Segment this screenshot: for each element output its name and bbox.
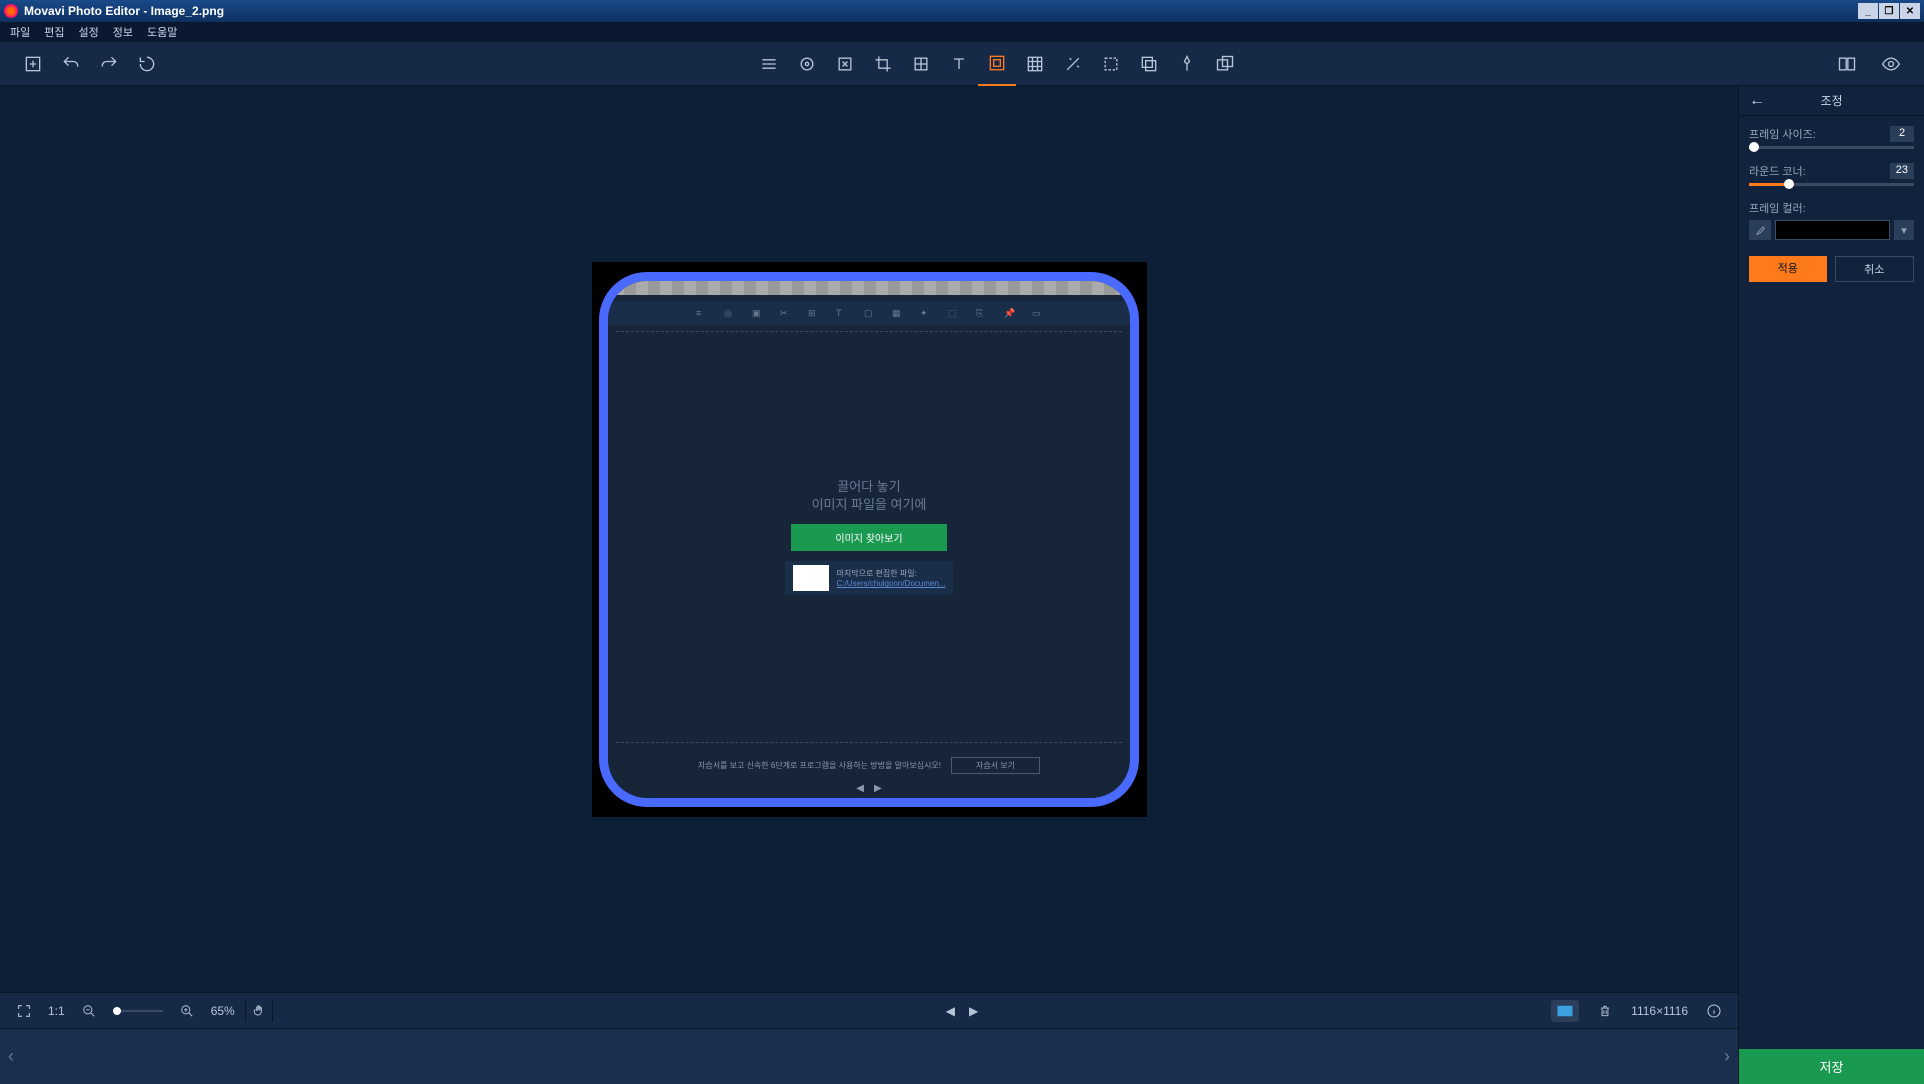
layers-tool[interactable] — [1206, 42, 1244, 86]
preview-button[interactable] — [1872, 42, 1910, 86]
cancel-button[interactable]: 취소 — [1835, 256, 1915, 282]
zoom-percent: 65% — [211, 1004, 235, 1018]
rotate-tool[interactable] — [902, 42, 940, 86]
zoom-in-button[interactable] — [173, 1000, 201, 1022]
frame-size-slider[interactable] — [1749, 146, 1914, 149]
round-corner-slider[interactable] — [1749, 183, 1914, 186]
redo-button[interactable] — [90, 42, 128, 86]
inner-drop-text: 끌어다 놓기 이미지 파일을 여기에 — [812, 478, 927, 514]
selection-tool[interactable] — [1092, 42, 1130, 86]
bottombar: 1:1 65% ◀ ▶ 1116×1116 — [0, 992, 1738, 1028]
frame-color-swatch[interactable] — [1775, 220, 1890, 240]
inner-nav-arrows: ◀▶ — [608, 783, 1130, 798]
color-dropdown-button[interactable]: ▾ — [1894, 220, 1914, 240]
compare-button[interactable] — [1828, 42, 1866, 86]
zoom-slider[interactable] — [113, 1010, 163, 1012]
delete-button[interactable] — [1591, 1000, 1619, 1022]
maximize-button[interactable]: ❐ — [1879, 3, 1899, 19]
strip-next-button[interactable]: › — [1724, 1046, 1730, 1067]
frame-color-label: 프레임 컬러: — [1749, 200, 1914, 216]
panel-back-button[interactable]: ← — [1749, 92, 1765, 110]
scale-1to1[interactable]: 1:1 — [48, 1004, 65, 1018]
panel-title: 조정 — [1820, 92, 1842, 109]
inner-recent-file: 마지막으로 편집한 파일: C:/Users/chulgoon/Documen.… — [785, 561, 954, 595]
noise-tool[interactable] — [1016, 42, 1054, 86]
undo-button[interactable] — [52, 42, 90, 86]
add-image-button[interactable] — [14, 42, 52, 86]
reset-button[interactable] — [128, 42, 166, 86]
hand-tool-button[interactable] — [245, 1000, 273, 1022]
menu-edit[interactable]: 편집 — [44, 24, 64, 40]
fullscreen-button[interactable] — [10, 1000, 38, 1022]
zoom-out-button[interactable] — [75, 1000, 103, 1022]
round-corner-label: 라운드 코너: — [1749, 163, 1806, 179]
frame-size-value[interactable]: 2 — [1890, 126, 1914, 142]
strip-prev-button[interactable]: ‹ — [8, 1046, 14, 1067]
inner-thumb-icon — [793, 565, 829, 591]
thumbnail-strip: ‹ › — [0, 1028, 1738, 1084]
menu-settings[interactable]: 설정 — [79, 24, 99, 40]
menu-help[interactable]: 도움말 — [147, 24, 177, 40]
inner-footer: 자습서를 보고 신속한 6단계로 프로그램을 사용하는 방법을 알아보십시오! … — [608, 749, 1130, 783]
frame-tool[interactable] — [978, 42, 1016, 86]
image-dimensions: 1116×1116 — [1631, 1004, 1688, 1018]
titlebar: Movavi Photo Editor - Image_2.png _ ❐ ✕ — [0, 0, 1924, 22]
app-logo-icon — [4, 4, 18, 18]
copy-tool[interactable] — [1130, 42, 1168, 86]
menu-info[interactable]: 정보 — [113, 24, 133, 40]
retouch-tool[interactable] — [788, 42, 826, 86]
fit-screen-button[interactable] — [1551, 1000, 1579, 1022]
info-button[interactable] — [1700, 1000, 1728, 1022]
window-title: Movavi Photo Editor - Image_2.png — [24, 4, 224, 18]
adjust-tool[interactable] — [750, 42, 788, 86]
crop-tool[interactable] — [864, 42, 902, 86]
canvas-viewport[interactable]: ≡◎▣✂⊞T▢▦✦⬚⎘📌▭ 끌어다 놓기 이미지 파일을 여기에 이미지 찾아보… — [0, 86, 1738, 992]
apply-button[interactable]: 적용 — [1749, 256, 1827, 282]
inner-checker-strip — [612, 281, 1126, 295]
resize-tool[interactable] — [826, 42, 864, 86]
save-button[interactable]: 저장 — [1739, 1049, 1924, 1084]
next-image-button[interactable]: ▶ — [969, 1004, 978, 1018]
frame-preview: ≡◎▣✂⊞T▢▦✦⬚⎘📌▭ 끌어다 놓기 이미지 파일을 여기에 이미지 찾아보… — [599, 272, 1139, 807]
inner-browse-button: 이미지 찾아보기 — [791, 524, 946, 551]
right-panel: ← 조정 프레임 사이즈: 2 라운드 코너: 23 — [1738, 86, 1924, 1084]
minimize-button[interactable]: _ — [1858, 3, 1878, 19]
text-tool[interactable] — [940, 42, 978, 86]
effects-tool[interactable] — [1054, 42, 1092, 86]
frame-size-label: 프레임 사이즈: — [1749, 126, 1816, 142]
prev-image-button[interactable]: ◀ — [946, 1004, 955, 1018]
inner-toolbar: ≡◎▣✂⊞T▢▦✦⬚⎘📌▭ — [608, 301, 1130, 325]
menubar: 파일 편집 설정 정보 도움말 — [0, 22, 1924, 42]
menu-file[interactable]: 파일 — [10, 24, 30, 40]
close-button[interactable]: ✕ — [1900, 3, 1920, 19]
toolbar — [0, 42, 1924, 86]
canvas-image: ≡◎▣✂⊞T▢▦✦⬚⎘📌▭ 끌어다 놓기 이미지 파일을 여기에 이미지 찾아보… — [592, 262, 1147, 817]
eyedropper-button[interactable] — [1749, 220, 1771, 240]
pin-tool[interactable] — [1168, 42, 1206, 86]
round-corner-value[interactable]: 23 — [1890, 163, 1914, 179]
